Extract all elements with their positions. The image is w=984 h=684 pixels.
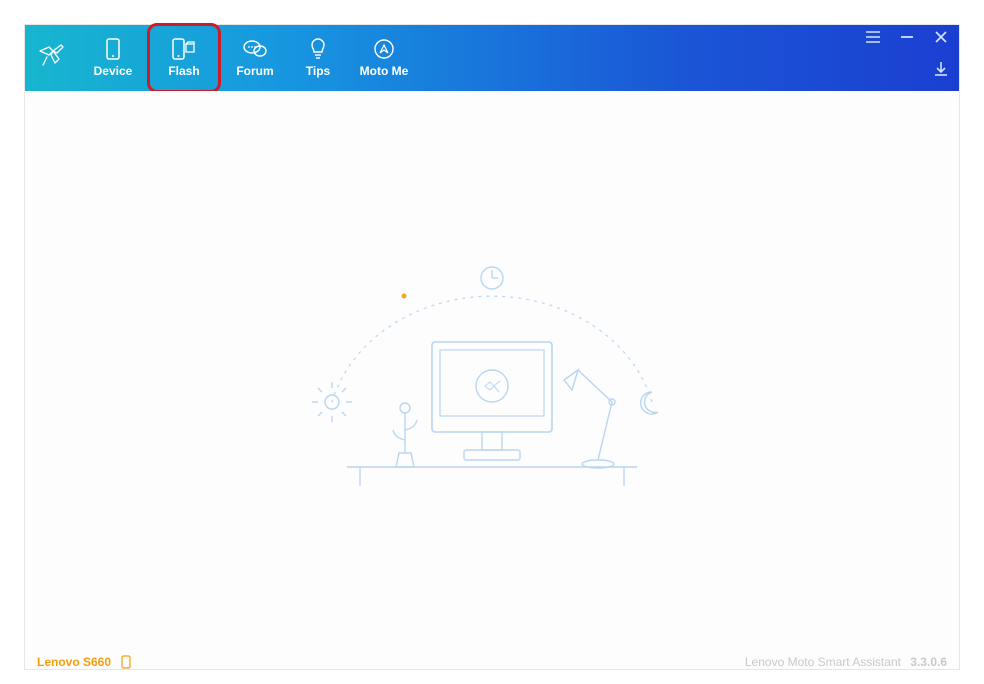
hummingbird-icon — [37, 41, 67, 76]
nav-motome[interactable]: Moto Me — [347, 25, 421, 91]
menu-button[interactable] — [865, 31, 881, 47]
nav-flash-label: Flash — [168, 64, 199, 78]
nav-tips[interactable]: Tips — [289, 25, 347, 91]
chat-icon — [243, 38, 267, 60]
close-icon — [935, 30, 947, 48]
main-content — [25, 91, 959, 653]
nav-flash[interactable]: Flash — [147, 25, 221, 91]
device-model-label: Lenovo S660 — [37, 655, 111, 669]
device-status-icon — [121, 655, 131, 669]
app-logo[interactable] — [25, 25, 79, 91]
main-nav: Device Flash — [79, 25, 421, 91]
phone-icon — [106, 38, 120, 60]
compass-icon — [373, 38, 395, 60]
idle-illustration — [292, 242, 692, 502]
nav-forum-label: Forum — [236, 64, 273, 78]
window-controls — [865, 25, 959, 91]
nav-device[interactable]: Device — [79, 25, 147, 91]
nav-forum[interactable]: Forum — [221, 25, 289, 91]
download-button[interactable] — [933, 63, 949, 79]
menu-icon — [866, 30, 880, 48]
bulb-icon — [310, 38, 326, 60]
close-button[interactable] — [933, 31, 949, 47]
minimize-icon — [901, 30, 913, 48]
app-version-label: 3.3.0.6 — [910, 655, 947, 669]
download-icon — [934, 62, 948, 81]
minimize-button[interactable] — [899, 31, 915, 47]
app-header: Device Flash — [25, 25, 959, 91]
status-bar: Lenovo S660 Lenovo Moto Smart Assistant … — [25, 653, 959, 669]
app-window: Device Flash — [24, 24, 960, 670]
nav-device-label: Device — [94, 64, 133, 78]
phone-sd-icon — [172, 38, 196, 60]
nav-motome-label: Moto Me — [360, 64, 409, 78]
app-name-label: Lenovo Moto Smart Assistant — [745, 655, 901, 669]
nav-tips-label: Tips — [306, 64, 330, 78]
